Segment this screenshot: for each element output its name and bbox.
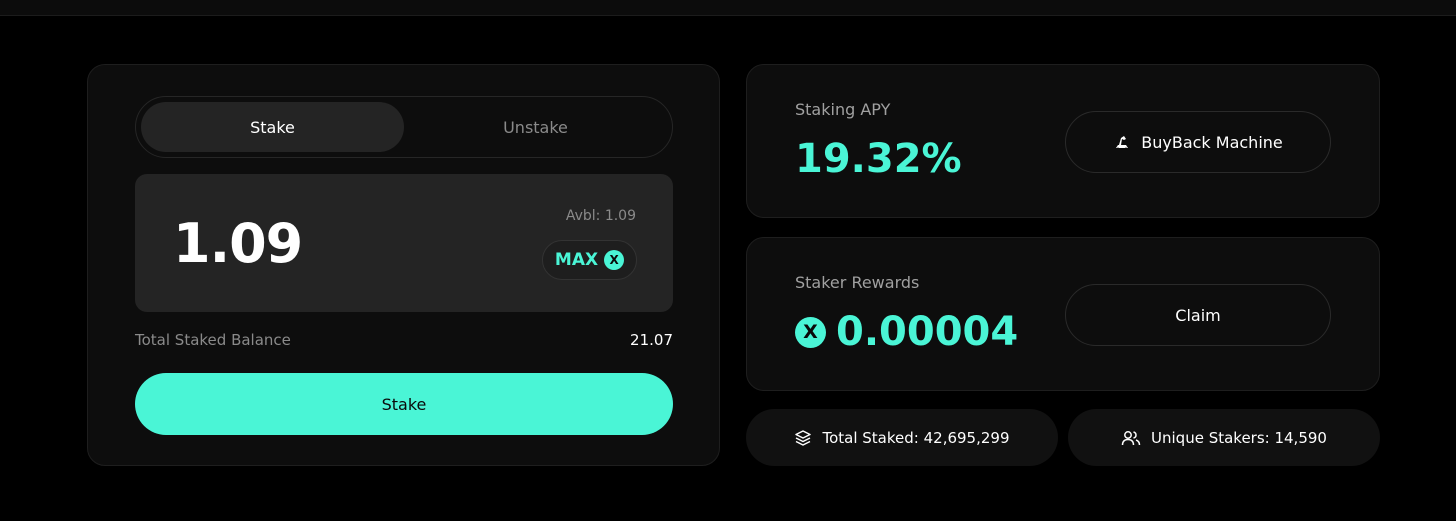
total-staked-balance-value: 21.07 (630, 331, 673, 349)
layers-icon (794, 429, 812, 447)
stake-unstake-toggle: Stake Unstake (135, 96, 673, 158)
staking-apy-label: Staking APY (795, 100, 891, 119)
total-staked-text: Total Staked: 42,695,299 (822, 428, 1010, 447)
claim-button[interactable]: Claim (1065, 284, 1331, 346)
staker-rewards-value-row: X 0.00004 (795, 308, 1018, 356)
max-button[interactable]: MAX X (542, 240, 637, 280)
unique-stakers-stat: Unique Stakers: 14,590 (1068, 409, 1380, 466)
x-token-icon: X (604, 250, 625, 270)
amount-input[interactable]: 1.09 (173, 212, 303, 276)
users-icon (1121, 429, 1141, 447)
tab-stake[interactable]: Stake (141, 102, 404, 152)
total-staked-balance-label: Total Staked Balance (135, 331, 291, 349)
total-staked-balance-row: Total Staked Balance 21.07 (135, 330, 673, 350)
amount-input-box[interactable]: 1.09 Avbl: 1.09 MAX X (135, 174, 673, 312)
total-staked-stat: Total Staked: 42,695,299 (746, 409, 1058, 466)
max-label: MAX (554, 250, 599, 270)
buyback-machine-label: BuyBack Machine (1141, 132, 1283, 152)
x-token-icon: X (795, 316, 826, 348)
claim-label: Claim (1175, 305, 1221, 325)
staking-apy-card: Staking APY 19.32% BuyBack Machine (746, 64, 1380, 218)
tab-unstake[interactable]: Unstake (404, 102, 667, 152)
unique-stakers-text: Unique Stakers: 14,590 (1151, 428, 1327, 447)
stake-button[interactable]: Stake (135, 373, 673, 435)
available-balance: Avbl: 1.09 (565, 208, 636, 224)
staker-rewards-value: 0.00004 (836, 309, 1019, 355)
excavator-icon (1113, 133, 1131, 151)
buyback-machine-button[interactable]: BuyBack Machine (1065, 111, 1331, 173)
staker-rewards-card: Staker Rewards X 0.00004 Claim (746, 237, 1380, 391)
top-bar (0, 0, 1456, 16)
staker-rewards-label: Staker Rewards (795, 273, 920, 292)
stake-panel: Stake Unstake 1.09 Avbl: 1.09 MAX X Tota… (87, 64, 720, 466)
staking-apy-value: 19.32% (795, 136, 962, 182)
